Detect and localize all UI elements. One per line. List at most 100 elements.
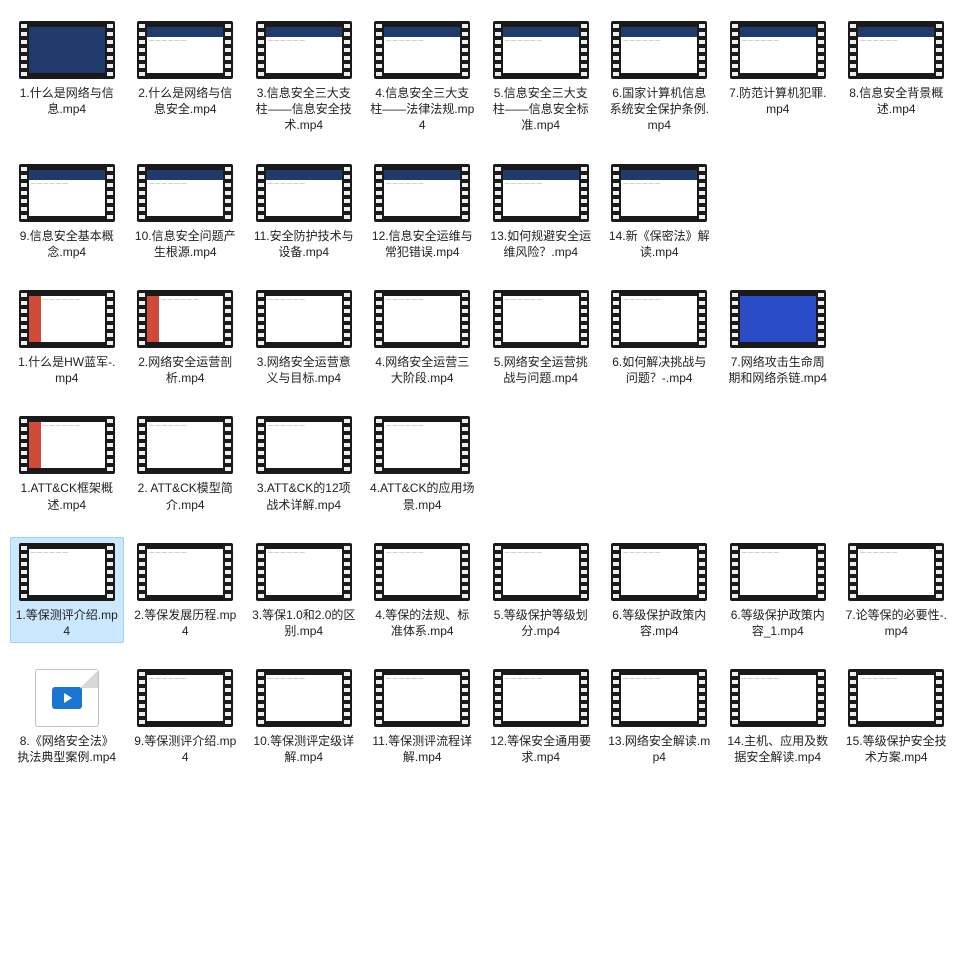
file-item[interactable]: — — — — — — 6.等级保护政策内容.mp4 <box>603 537 717 643</box>
file-label: 12.信息安全运维与常犯错误.mp4 <box>370 228 476 260</box>
filmstrip-icon: — — — — — — <box>848 669 944 727</box>
file-label: 6.国家计算机信息系统安全保护条例.mp4 <box>607 85 713 134</box>
file-label: 5.网络安全运营挑战与问题.mp4 <box>488 354 594 386</box>
file-label: 11.安全防护技术与设备.mp4 <box>251 228 357 260</box>
file-label: 3.ATT&CK的12项战术详解.mp4 <box>251 480 357 512</box>
file-label: 2.网络安全运营剖析.mp4 <box>133 354 239 386</box>
filmstrip-icon: — — — — — — <box>137 164 233 222</box>
file-item[interactable]: — — — — — — 2.等保发展历程.mp4 <box>129 537 243 643</box>
file-thumbnail: — — — — — — <box>254 667 354 729</box>
file-item[interactable]: — — — — — —8.信息安全背景概述.mp4 <box>840 15 954 138</box>
file-item[interactable]: — — — — — —14.新《保密法》解读.mp4 <box>603 158 717 264</box>
file-label: 7.论等保的必要性-.mp4 <box>844 607 950 639</box>
file-item[interactable]: — — — — — —13.如何规避安全运维风险？.mp4 <box>484 158 598 264</box>
file-item[interactable]: — — — — — —14.主机、应用及数据安全解读.mp4 <box>721 663 835 769</box>
file-item[interactable]: — — — — — —3.等保1.0和2.0的区别.mp4 <box>247 537 361 643</box>
file-item[interactable]: — — — — — —2. ATT&CK模型简介.mp4 <box>129 410 243 516</box>
file-thumbnail: — — — — — — <box>372 414 472 476</box>
file-label: 6.等级保护政策内容.mp4 <box>607 607 713 639</box>
filmstrip-icon: — — — — — — <box>137 543 233 601</box>
file-item[interactable]: 1.什么是网络与信息.mp4 <box>10 15 124 138</box>
filmstrip-icon: — — — — — — <box>493 290 589 348</box>
file-label: 10.等保测评定级详解.mp4 <box>251 733 357 765</box>
file-item[interactable]: — — — — — — 6.如何解决挑战与问题？-.mp4 <box>603 284 717 390</box>
filmstrip-icon: — — — — — — <box>374 290 470 348</box>
file-item[interactable]: — — — — — —6.等级保护政策内容_1.mp4 <box>721 537 835 643</box>
file-item[interactable]: — — — — — —1.ATT&CK框架概述.mp4 <box>10 410 124 516</box>
file-thumbnail: — — — — — — <box>728 19 828 81</box>
file-thumbnail: — — — — — — <box>846 667 946 729</box>
filmstrip-icon: — — — — — — <box>848 543 944 601</box>
file-label: 5.信息安全三大支柱——信息安全标准.mp4 <box>488 85 594 134</box>
file-item[interactable]: — — — — — —7.防范计算机犯罪.mp4 <box>721 15 835 138</box>
filmstrip-icon: — — — — — — <box>493 21 589 79</box>
file-thumbnail: — — — — — — <box>135 19 235 81</box>
file-label: 9.等保测评介绍.mp4 <box>133 733 239 765</box>
file-thumbnail: — — — — — — <box>135 667 235 729</box>
file-thumbnail: — — — — — — <box>254 288 354 350</box>
file-label: 2.等保发展历程.mp4 <box>133 607 239 639</box>
filmstrip-icon: — — — — — — <box>19 543 115 601</box>
filmstrip-icon <box>19 21 115 79</box>
file-item[interactable]: — — — — — —11.安全防护技术与设备.mp4 <box>247 158 361 264</box>
file-item[interactable]: — — — — — —3.ATT&CK的12项战术详解.mp4 <box>247 410 361 516</box>
file-thumbnail: — — — — — — <box>491 162 591 224</box>
file-label: 4.网络安全运营三大阶段.mp4 <box>370 354 476 386</box>
file-label: 2.什么是网络与信息安全.mp4 <box>133 85 239 117</box>
file-label: 6.如何解决挑战与问题？-.mp4 <box>607 354 713 386</box>
file-thumbnail: — — — — — — <box>609 541 709 603</box>
file-item[interactable]: — — — — — —3.网络安全运营意义与目标.mp4 <box>247 284 361 390</box>
file-item[interactable]: — — — — — — 12.信息安全运维与常犯错误.mp4 <box>366 158 480 264</box>
file-thumbnail: — — — — — — <box>609 288 709 350</box>
file-item[interactable]: — — — — — —1.等保测评介绍.mp4 <box>10 537 124 643</box>
file-label: 1.什么是网络与信息.mp4 <box>14 85 120 117</box>
file-item[interactable]: — — — — — —13.网络安全解读.mp4 <box>603 663 717 769</box>
file-item[interactable]: — — — — — —6.国家计算机信息系统安全保护条例.mp4 <box>603 15 717 138</box>
file-item[interactable]: — — — — — —10.信息安全问题产生根源.mp4 <box>129 158 243 264</box>
file-item[interactable]: — — — — — —5.等级保护等级划分.mp4 <box>484 537 598 643</box>
file-item[interactable]: — — — — — — 5.网络安全运营挑战与问题.mp4 <box>484 284 598 390</box>
file-item[interactable]: — — — — — —12.等保安全通用要求.mp4 <box>484 663 598 769</box>
file-thumbnail: — — — — — — <box>135 414 235 476</box>
file-item[interactable]: — — — — — — 9.信息安全基本概念.mp4 <box>10 158 124 264</box>
file-item[interactable]: — — — — — — 15.等级保护安全技术方案.mp4 <box>840 663 954 769</box>
file-thumbnail: — — — — — — <box>491 19 591 81</box>
file-thumbnail: — — — — — — <box>728 541 828 603</box>
file-item[interactable]: — — — — — — 2.网络安全运营剖析.mp4 <box>129 284 243 390</box>
file-item[interactable]: 8.《网络安全法》执法典型案例.mp4 <box>10 663 124 769</box>
file-item[interactable]: — — — — — — 5.信息安全三大支柱——信息安全标准.mp4 <box>484 15 598 138</box>
file-thumbnail: — — — — — — <box>491 288 591 350</box>
file-label: 4.等保的法规、标准体系.mp4 <box>370 607 476 639</box>
file-item[interactable]: — — — — — — 10.等保测评定级详解.mp4 <box>247 663 361 769</box>
filmstrip-icon: — — — — — — <box>137 290 233 348</box>
file-item[interactable]: 7.网络攻击生命周期和网络杀链.mp4 <box>721 284 835 390</box>
file-thumbnail: — — — — — — <box>17 541 117 603</box>
file-item[interactable]: — — — — — — 1.什么是HW蓝军-.mp4 <box>10 284 124 390</box>
file-thumbnail: — — — — — — <box>609 162 709 224</box>
file-label: 14.主机、应用及数据安全解读.mp4 <box>725 733 831 765</box>
filmstrip-icon: — — — — — — <box>19 164 115 222</box>
file-item[interactable]: — — — — — —4.等保的法规、标准体系.mp4 <box>366 537 480 643</box>
file-item[interactable]: — — — — — — 9.等保测评介绍.mp4 <box>129 663 243 769</box>
file-thumbnail <box>728 288 828 350</box>
file-item[interactable]: — — — — — — 7.论等保的必要性-.mp4 <box>840 537 954 643</box>
file-label: 15.等级保护安全技术方案.mp4 <box>844 733 950 765</box>
file-item[interactable]: — — — — — — 3.信息安全三大支柱——信息安全技术.mp4 <box>247 15 361 138</box>
filmstrip-icon: — — — — — — <box>256 21 352 79</box>
file-label: 9.信息安全基本概念.mp4 <box>14 228 120 260</box>
file-label: 8.《网络安全法》执法典型案例.mp4 <box>14 733 120 765</box>
filmstrip-icon: — — — — — — <box>374 164 470 222</box>
file-item[interactable]: — — — — — —4.ATT&CK的应用场景.mp4 <box>366 410 480 516</box>
filmstrip-icon: — — — — — — <box>137 669 233 727</box>
file-thumbnail: — — — — — — <box>17 288 117 350</box>
file-item[interactable]: — — — — — — 4.网络安全运营三大阶段.mp4 <box>366 284 480 390</box>
file-thumbnail: — — — — — — <box>491 541 591 603</box>
file-item[interactable]: — — — — — —4.信息安全三大支柱——法律法规.mp4 <box>366 15 480 138</box>
file-item[interactable]: — — — — — —11.等保测评流程详解.mp4 <box>366 663 480 769</box>
file-thumbnail: — — — — — — <box>372 19 472 81</box>
file-thumbnail: — — — — — — <box>17 162 117 224</box>
file-label: 3.信息安全三大支柱——信息安全技术.mp4 <box>251 85 357 134</box>
file-label: 1.什么是HW蓝军-.mp4 <box>14 354 120 386</box>
filmstrip-icon: — — — — — — <box>730 543 826 601</box>
file-item[interactable]: — — — — — — 2.什么是网络与信息安全.mp4 <box>129 15 243 138</box>
